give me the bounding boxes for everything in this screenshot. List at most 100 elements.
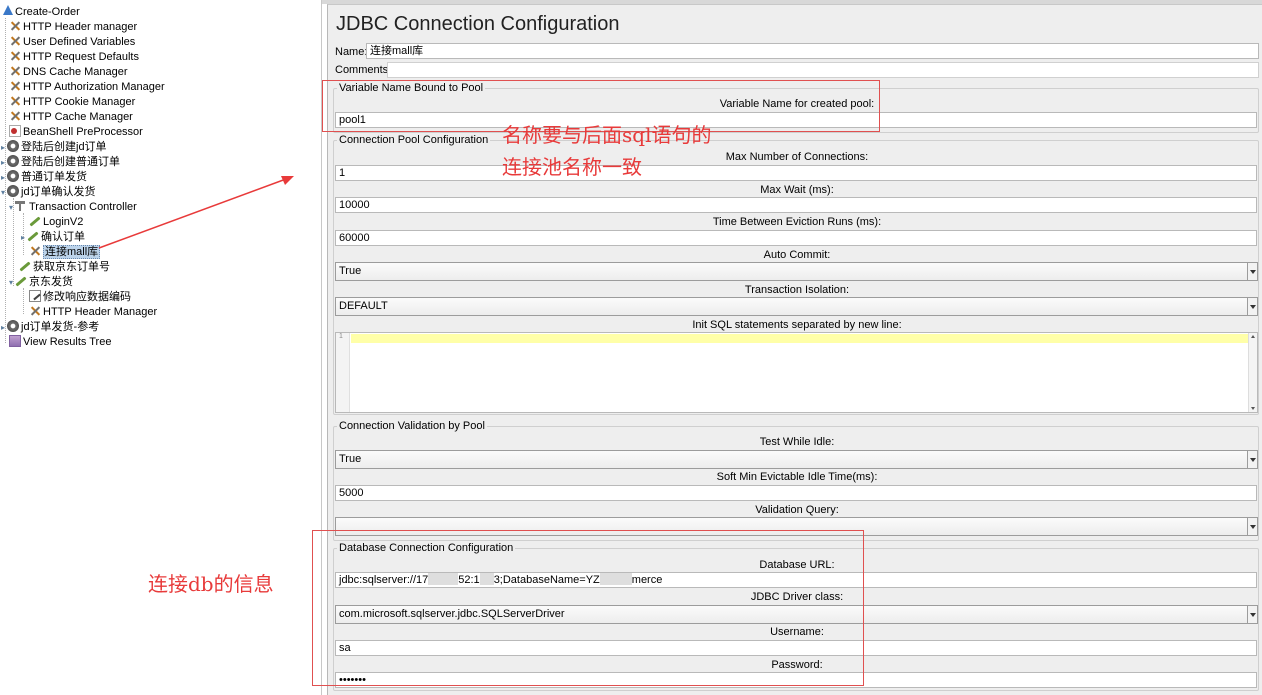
- tree-item-label: LoginV2: [43, 216, 84, 228]
- config-element-icon: [9, 65, 21, 77]
- transaction-isolation-select[interactable]: DEFAULT: [335, 297, 1258, 316]
- thread-group-icon: [7, 320, 19, 332]
- tree-item-http-cookie-manager[interactable]: HTTP Cookie Manager: [9, 95, 135, 110]
- tree-item-confirm-order[interactable]: ▸ 确认订单: [21, 230, 85, 245]
- tree-item-label: Create-Order: [15, 6, 80, 18]
- max-wait-label: Max Wait (ms):: [760, 184, 834, 196]
- preprocessor-icon: [9, 125, 21, 137]
- tree-item-http-header-manager[interactable]: HTTP Header manager: [9, 20, 137, 35]
- auto-commit-label: Auto Commit:: [763, 249, 831, 261]
- tree-item-loginv2[interactable]: LoginV2: [29, 215, 83, 230]
- tree-item-label: HTTP Authorization Manager: [23, 81, 165, 93]
- max-connections-field[interactable]: 1: [335, 165, 1257, 181]
- tree-item-transaction-controller[interactable]: ▾ Transaction Controller: [9, 200, 137, 215]
- tree-item-http-authorization-manager[interactable]: HTTP Authorization Manager: [9, 80, 165, 95]
- tree-item-user-defined-variables[interactable]: User Defined Variables: [9, 35, 135, 50]
- tree-item-label: 普通订单发货: [21, 171, 87, 183]
- tree-item-http-header-manager-2[interactable]: HTTP Header Manager: [29, 305, 157, 320]
- test-plan-icon: [1, 5, 13, 17]
- tree-item-label: HTTP Header Manager: [43, 306, 158, 318]
- listener-icon: [9, 335, 21, 347]
- tree-item-label: HTTP Cache Manager: [23, 111, 133, 123]
- tree-item-modify-encoding[interactable]: 修改响应数据编码: [29, 290, 131, 305]
- soft-min-idle-label: Soft Min Evictable Idle Time(ms):: [716, 471, 878, 483]
- test-while-idle-value: True: [339, 453, 362, 465]
- tree-item-label: 确认订单: [41, 231, 85, 243]
- comments-field[interactable]: [387, 62, 1259, 78]
- auto-commit-value: True: [339, 265, 362, 277]
- tree-item-beanshell-preprocessor[interactable]: BeanShell PreProcessor: [9, 125, 143, 140]
- chevron-down-icon[interactable]: [1247, 263, 1257, 280]
- transaction-controller-icon: [15, 200, 27, 212]
- tree-item-view-results-tree[interactable]: View Results Tree: [9, 335, 111, 350]
- line-number-gutter: 1: [336, 333, 350, 412]
- tree-item-thread-group-4[interactable]: ▾ jd订单确认发货: [1, 185, 96, 200]
- tree-item-label: DNS Cache Manager: [23, 66, 128, 78]
- tree-item-label: 获取京东订单号: [33, 261, 110, 273]
- sampler-icon: [27, 230, 39, 242]
- tree-item-label: jd订单确认发货: [21, 186, 96, 198]
- tree-item-label: 京东发货: [29, 276, 73, 288]
- tree-guide-line: [23, 288, 24, 314]
- transaction-isolation-label: Transaction Isolation:: [744, 284, 850, 296]
- test-while-idle-select[interactable]: True: [335, 450, 1258, 469]
- editor-scrollbar[interactable]: [1248, 333, 1257, 412]
- tree-item-thread-group-3[interactable]: ▸ 普通订单发货: [1, 170, 87, 185]
- tree-item-http-cache-manager[interactable]: HTTP Cache Manager: [9, 110, 133, 125]
- tree-item-thread-group-2[interactable]: ▸ 登陆后创建普通订单: [1, 155, 120, 170]
- eviction-runs-label: Time Between Eviction Runs (ms):: [712, 216, 882, 228]
- current-line-highlight: [351, 334, 1248, 343]
- config-element-icon: [29, 305, 41, 317]
- tree-item-label: jd订单发货-参考: [21, 321, 100, 333]
- tree-item-thread-group-1[interactable]: ▸ 登陆后创建jd订单: [1, 140, 107, 155]
- config-element-icon: [9, 50, 21, 62]
- validation-group-title: Connection Validation by Pool: [337, 420, 487, 432]
- config-element-icon: [9, 20, 21, 32]
- eviction-runs-field[interactable]: 60000: [335, 230, 1257, 246]
- chevron-down-icon[interactable]: [1247, 298, 1257, 315]
- max-wait-field[interactable]: 10000: [335, 197, 1257, 213]
- tree-item-http-request-defaults[interactable]: HTTP Request Defaults: [9, 50, 139, 65]
- transaction-isolation-value: DEFAULT: [339, 300, 388, 312]
- chevron-down-icon[interactable]: [1247, 451, 1257, 468]
- tree-item-dns-cache-manager[interactable]: DNS Cache Manager: [9, 65, 128, 80]
- name-label: Name:: [335, 46, 368, 58]
- tree-item-label: 登陆后创建普通订单: [21, 156, 120, 168]
- max-connections-label: Max Number of Connections:: [725, 151, 869, 163]
- config-element-icon: [29, 245, 41, 257]
- tree-item-jd-ship[interactable]: ▾ 京东发货: [9, 275, 73, 290]
- tree-item-label: 登陆后创建jd订单: [21, 141, 107, 153]
- tree-item-test-plan[interactable]: Create-Order: [1, 5, 80, 20]
- chevron-down-icon[interactable]: [1247, 606, 1257, 623]
- thread-group-icon: [7, 155, 19, 167]
- chevron-down-icon[interactable]: [1247, 518, 1257, 535]
- tree-item-label: User Defined Variables: [23, 36, 136, 48]
- init-sql-editor[interactable]: 1: [335, 332, 1258, 413]
- annotation-db-note: 连接db的信息: [148, 572, 274, 596]
- tree-item-label: BeanShell PreProcessor: [23, 126, 143, 138]
- tree-item-label: HTTP Cookie Manager: [23, 96, 136, 108]
- tree-item-thread-group-5[interactable]: ▸ jd订单发货-参考: [1, 320, 99, 335]
- tree-item-jdbc-connection[interactable]: 连接mall库: [29, 245, 101, 260]
- page-title: JDBC Connection Configuration: [336, 13, 620, 35]
- test-while-idle-label: Test While Idle:: [759, 436, 835, 448]
- sampler-icon: [19, 260, 31, 272]
- comments-label: Comments:: [335, 64, 392, 76]
- tree-item-label: View Results Tree: [23, 336, 112, 348]
- tree-item-label: HTTP Header manager: [23, 21, 138, 33]
- annotation-box-db-info: [312, 530, 864, 686]
- thread-group-icon: [7, 140, 19, 152]
- soft-min-idle-field[interactable]: 5000: [335, 485, 1257, 501]
- thread-group-icon: [7, 170, 19, 182]
- config-element-icon: [9, 110, 21, 122]
- config-element-icon: [9, 95, 21, 107]
- auto-commit-select[interactable]: True: [335, 262, 1258, 281]
- thread-group-icon: [7, 185, 19, 197]
- postprocessor-icon: [29, 290, 41, 302]
- tree-item-get-jd-order[interactable]: 获取京东订单号: [19, 260, 110, 275]
- name-field[interactable]: 连接mall库: [366, 43, 1259, 59]
- tree-item-label: HTTP Request Defaults: [23, 51, 139, 63]
- config-element-icon: [9, 35, 21, 47]
- sampler-icon: [29, 215, 41, 227]
- sampler-icon: [15, 275, 27, 287]
